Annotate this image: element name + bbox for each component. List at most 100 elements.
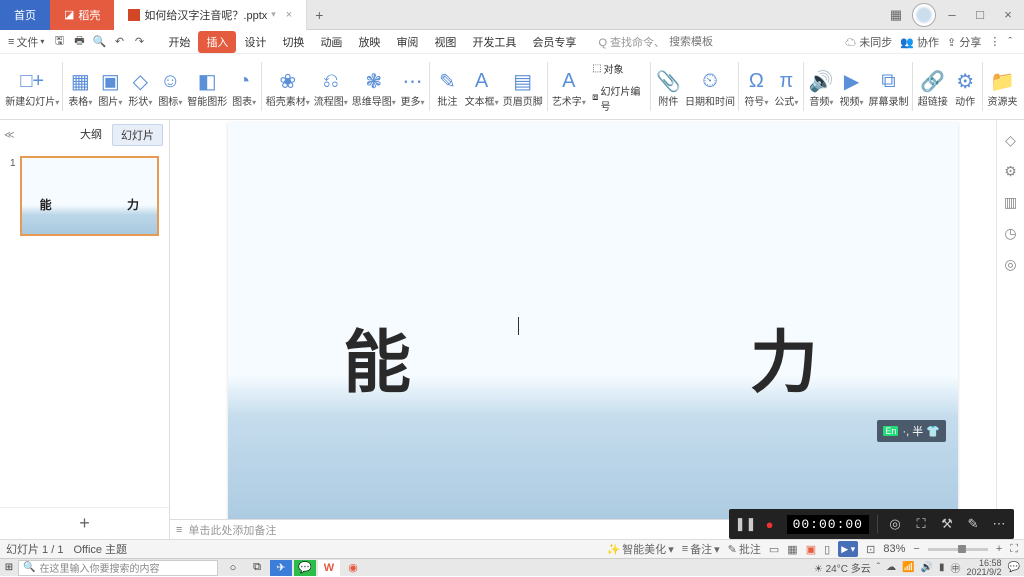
share-button[interactable]: ⇪ 分享 (947, 34, 981, 50)
notes-placeholder[interactable]: 单击此处添加备注 (188, 522, 276, 538)
sync-status[interactable]: ☁ 未同步 (845, 34, 892, 50)
comments-toggle[interactable]: ✎批注 (728, 541, 761, 557)
window-close[interactable]: × (996, 3, 1020, 27)
view-sorter-icon[interactable]: ▦ (787, 543, 797, 556)
ribbon-图片[interactable]: ▣图片▾ (95, 56, 125, 117)
dropdown-icon[interactable]: ▾ (271, 9, 276, 20)
sidebar-design-icon[interactable]: ◇ (1005, 132, 1016, 149)
undo-icon[interactable]: ↶ (110, 33, 128, 51)
ribbon-更多[interactable]: ⋯更多▾ (397, 56, 427, 117)
zoom-slider[interactable] (928, 548, 988, 551)
sidebar-transition-icon[interactable]: ◎ (1004, 256, 1016, 273)
more-icon[interactable]: ⋮ (989, 35, 1000, 48)
window-max[interactable]: □ (968, 3, 992, 27)
notes-toggle[interactable]: ≡备注 ▾ (682, 541, 720, 557)
ribbon-tab-1[interactable]: 插入 (198, 31, 236, 53)
task-view-icon[interactable]: ⧉ (246, 560, 268, 576)
tab-document[interactable]: 如何给汉字注音呢？.pptx ▾ × (114, 0, 307, 30)
task-app1-icon[interactable]: ✈ (270, 560, 292, 576)
tray-ime-icon[interactable]: ㊥ (951, 560, 961, 575)
print-icon[interactable]: 🖶 (70, 33, 88, 51)
ribbon-艺术字[interactable]: A艺术字▾ (550, 56, 588, 117)
preview-icon[interactable]: 🔍 (90, 33, 108, 51)
view-reading-icon[interactable]: ▣ (806, 543, 816, 556)
ribbon-音频[interactable]: 🔊音频▾ (806, 56, 836, 117)
ribbon-tab-8[interactable]: 开发工具 (464, 31, 524, 53)
ribbon-智能图形[interactable]: ◧智能图形 (185, 56, 229, 117)
weather[interactable]: ☀ 24°C 多云 (814, 560, 871, 575)
task-cortana-icon[interactable]: ○ (222, 560, 244, 576)
ribbon-超链接[interactable]: 🔗超链接 (915, 56, 950, 117)
outline-tab-outline[interactable]: 大纲 (72, 124, 110, 146)
ribbon-视频[interactable]: ▶视频▾ (837, 56, 867, 117)
sidebar-template-icon[interactable]: ▥ (1004, 194, 1017, 211)
ribbon-tab-2[interactable]: 设计 (236, 31, 274, 53)
ribbon-图表[interactable]: ◔图表▾ (229, 56, 259, 117)
rec-tools-icon[interactable]: ⚒ (938, 516, 956, 532)
ribbon-附件[interactable]: 📎附件 (653, 56, 683, 117)
notifications-icon[interactable]: 💬 (1008, 562, 1020, 573)
ribbon-tab-9[interactable]: 会员专享 (524, 31, 584, 53)
view-slideshow-icon[interactable]: ▯ (824, 543, 830, 556)
notes-toggle-icon[interactable]: ≡ (176, 524, 182, 536)
rec-more-icon[interactable]: ⋯ (990, 516, 1008, 532)
ribbon-slidenum[interactable]: ⧈幻灯片编号 (592, 83, 644, 113)
add-slide-button[interactable]: + (0, 507, 169, 539)
tray-cloud-icon[interactable]: ☁ (886, 562, 896, 573)
window-min[interactable]: – (940, 3, 964, 27)
rec-edit-icon[interactable]: ✎ (964, 516, 982, 532)
ribbon-批注[interactable]: ✎批注 (432, 56, 462, 117)
save-icon[interactable]: 🖫 (50, 33, 68, 51)
ribbon-公式[interactable]: π公式▾ (771, 56, 801, 117)
task-wechat-icon[interactable]: 💬 (294, 560, 316, 576)
ribbon-表格[interactable]: ▦表格▾ (65, 56, 95, 117)
ribbon-tab-4[interactable]: 动画 (312, 31, 350, 53)
ribbon-形状[interactable]: ◇形状▾ (125, 56, 155, 117)
grid-icon[interactable]: ▦ (884, 3, 908, 27)
start-button[interactable]: ⊞ (0, 559, 18, 577)
ribbon-思维导图[interactable]: ❃思维导图▾ (350, 56, 397, 117)
ribbon-tab-6[interactable]: 审阅 (388, 31, 426, 53)
ribbon-tab-0[interactable]: 开始 (160, 31, 198, 53)
ribbon-tab-7[interactable]: 视图 (426, 31, 464, 53)
tray-up-icon[interactable]: ˆ (877, 562, 880, 573)
file-menu[interactable]: ≡ 文件 ▾ (4, 32, 48, 52)
tab-daogao[interactable]: ◪稻壳 (50, 0, 114, 30)
clock[interactable]: 16:58 2021/9/2 (967, 559, 1002, 577)
tray-sound-icon[interactable]: 🔊 (921, 562, 933, 573)
ribbon-页眉页脚[interactable]: ▤页眉页脚 (501, 56, 545, 117)
zoom-value[interactable]: 83% (883, 543, 905, 555)
task-app2-icon[interactable]: ◉ (342, 560, 364, 576)
close-tab-icon[interactable]: × (286, 9, 292, 21)
ribbon-流程图[interactable]: ⎌流程图▾ (312, 56, 350, 117)
canvas-scroll[interactable]: 能 力 En ·, 半 👕 (170, 120, 996, 519)
play-button[interactable]: ▶ ▾ (838, 541, 858, 557)
view-normal-icon[interactable]: ▭ (769, 543, 779, 556)
sidebar-settings-icon[interactable]: ⚙ (1004, 163, 1017, 180)
command-search[interactable]: Q 查找命令、 (598, 34, 729, 50)
ribbon-稻壳素材[interactable]: ❀稻壳素材▾ (264, 56, 311, 117)
ribbon-图标[interactable]: ☺图标▾ (155, 56, 185, 117)
zoom-out-icon[interactable]: − (913, 543, 919, 555)
rec-pause-icon[interactable]: ❚❚ (735, 516, 753, 532)
ribbon-资源夹[interactable]: 📁资源夹 (985, 56, 1020, 117)
fit-icon[interactable]: ⛶ (1010, 543, 1018, 556)
rec-expand-icon[interactable]: ⛶ (912, 516, 930, 532)
collapse-pane-icon[interactable]: ≪ (4, 130, 14, 141)
slide-text-1[interactable]: 能 (343, 307, 411, 406)
rec-target-icon[interactable]: ◎ (886, 516, 904, 532)
collab-button[interactable]: 👥 协作 (900, 34, 939, 50)
zoom-fit-icon[interactable]: ⊡ (866, 543, 875, 556)
task-wps-icon[interactable]: W (318, 560, 340, 576)
ribbon-动作[interactable]: ⚙动作 (950, 56, 980, 117)
outline-tab-slides[interactable]: 幻灯片 (112, 124, 163, 146)
taskbar-search[interactable]: 🔍 在这里输入你要搜索的内容 (18, 560, 218, 576)
rec-record-icon[interactable]: ● (761, 517, 779, 532)
sidebar-clock-icon[interactable]: ◷ (1004, 225, 1016, 242)
search-input[interactable] (669, 36, 729, 48)
slide[interactable]: 能 力 (228, 122, 958, 519)
thumb-row[interactable]: 1 能 力 (10, 156, 159, 236)
tray-net-icon[interactable]: 📶 (902, 562, 914, 573)
tab-home[interactable]: 首页 (0, 0, 50, 30)
slide-thumbnail[interactable]: 能 力 (20, 156, 159, 236)
